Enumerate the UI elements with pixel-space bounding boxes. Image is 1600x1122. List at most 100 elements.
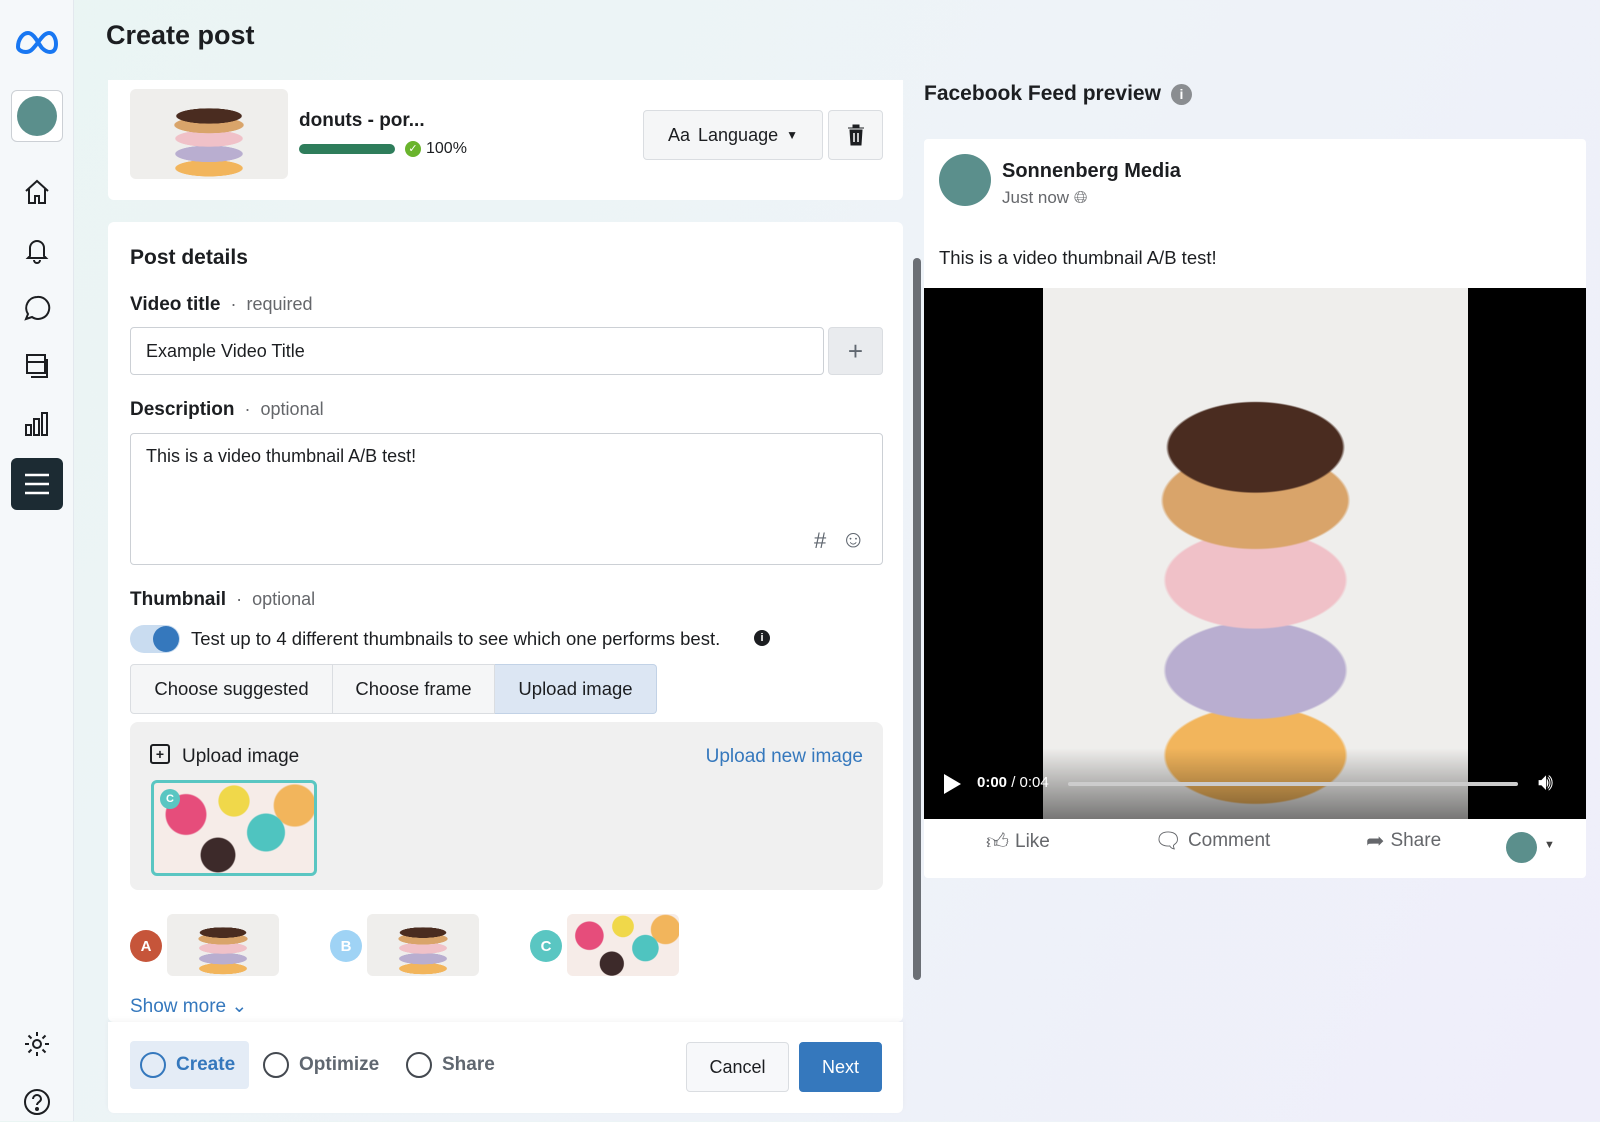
menu-icon[interactable] [11,458,63,510]
avatar [17,96,57,136]
upload-card: donuts - por... ✓ 100% Aa Language ▼ [108,80,903,200]
check-icon: ✓ [405,141,421,157]
video-scrubber[interactable] [1068,782,1518,786]
step-label: Share [442,1054,495,1075]
selected-badge: C [160,789,180,809]
optional-text: optional [252,589,316,609]
next-button[interactable]: Next [799,1042,882,1092]
step-share[interactable]: Share [406,1052,495,1078]
caret-down-icon[interactable]: ▼ [1544,839,1555,851]
current-time: 0:00 [977,774,1008,791]
comment-icon: 🗨︎ [1154,828,1182,853]
page-title: Create post [106,20,255,50]
section-heading: Post details [130,246,248,269]
chat-icon[interactable] [17,288,57,328]
feed-preview-card: Sonnenberg Media Just now 🌐︎ This is a v… [924,139,1586,878]
description-text: This is a video thumbnail A/B test! [146,446,417,466]
bell-icon[interactable] [17,230,57,270]
variant-thumbnail-c[interactable] [567,914,679,976]
variant-thumbnail-a[interactable] [167,914,279,976]
step-optimize[interactable]: Optimize [263,1052,379,1078]
show-more-text: Show more [130,996,227,1017]
post-time: Just now 🌐︎ [1002,188,1087,208]
ab-test-toggle[interactable] [130,625,180,653]
optional-text: optional [260,399,324,419]
tab-upload-image[interactable]: Upload image [495,664,657,714]
gear-icon[interactable] [17,1024,57,1064]
emoji-icon[interactable]: ☺ [841,526,866,554]
add-image-icon: + [150,744,170,764]
volume-icon[interactable]: 🔊︎ [1538,769,1553,797]
video-frame [1043,288,1468,819]
action-label: Comment [1187,830,1271,851]
trash-icon [847,124,864,146]
globe-icon: 🌐︎ [1073,188,1088,207]
video-player[interactable]: 0:00 / 0:04 🔊︎ [924,288,1586,819]
required-text: required [246,294,313,314]
home-icon[interactable] [17,172,57,212]
page-avatar-button[interactable] [11,90,63,142]
language-label: Language [698,124,779,145]
insights-icon[interactable] [17,404,57,444]
variant-badge-a: A [130,930,162,962]
tab-choose-suggested[interactable]: Choose suggested [130,664,333,714]
thumbnail-label: Thumbnail · optional [130,589,316,610]
post-as-avatar[interactable] [1506,832,1537,863]
variant-badge-c: C [530,930,562,962]
progress-bar [299,144,395,154]
tab-choose-frame[interactable]: Choose frame [333,664,495,714]
thumbnail-tabs: Choose suggested Choose frame Upload ima… [130,664,657,714]
label-text: Description [130,399,235,420]
step-create[interactable]: Create [140,1052,235,1078]
description-label: Description · optional [130,399,324,420]
sidebar [0,0,74,1121]
preview-title: Facebook Feed preview [924,82,1161,105]
info-icon[interactable]: i [1171,84,1192,105]
description-textarea[interactable]: This is a video thumbnail A/B test! [130,433,883,565]
chevron-down-icon: ⌄ [231,996,248,1017]
variant-thumbnail-b[interactable] [367,914,479,976]
page-name: Sonnenberg Media [1002,160,1181,182]
time-code: 0:00 / 0:04 [977,774,1049,791]
language-button[interactable]: Aa Language ▼ [643,110,823,160]
label-text: Thumbnail [130,589,227,610]
hashtag-icon[interactable]: # [814,528,826,554]
duration: / 0:04 [1011,774,1049,791]
post-text: This is a video thumbnail A/B test! [939,247,1217,268]
footer-bar: Create Optimize Share Cancel Next [108,1022,903,1113]
action-label: Like [1015,830,1050,852]
upload-new-image-link[interactable]: Upload new image [706,746,863,768]
thumbs-up-icon: 👍︎ [986,829,1009,854]
uploaded-thumbnail[interactable]: C [151,780,317,876]
help-icon[interactable] [17,1082,57,1122]
show-more-link[interactable]: Show more ⌄ [130,995,247,1018]
progress-label: 100% [426,140,467,157]
aa-icon: Aa [667,124,691,145]
file-name: donuts - por... [299,110,425,131]
action-label: Share [1390,830,1442,851]
share-icon: ➦ [1366,828,1385,853]
info-icon[interactable]: i [754,630,770,646]
toggle-text: Test up to 4 different thumbnails to see… [191,628,721,649]
like-button[interactable]: 👍︎ Like [986,828,1050,855]
meta-logo[interactable] [14,22,60,62]
step-label: Optimize [299,1054,380,1075]
share-button[interactable]: ➦ Share [1366,828,1441,854]
add-title-button[interactable]: + [828,327,883,375]
delete-button[interactable] [828,110,883,160]
page-avatar [939,154,991,206]
step-label: Create [176,1054,236,1075]
comment-button[interactable]: 🗨︎ Comment [1154,828,1270,854]
video-title-input[interactable]: Example Video Title [130,327,824,375]
video-thumbnail [130,89,288,179]
cancel-button[interactable]: Cancel [686,1042,789,1092]
content-icon[interactable] [17,346,57,386]
video-title-label: Video title · required [130,294,313,315]
time-text: Just now [1002,188,1070,207]
variant-badge-b: B [330,930,362,962]
caret-down-icon: ▼ [786,128,798,142]
play-icon[interactable] [944,774,961,794]
post-details-card: Post details Video title · required Exam… [108,222,903,1022]
label-text: Video title [130,294,221,315]
scrollbar[interactable] [913,258,921,980]
